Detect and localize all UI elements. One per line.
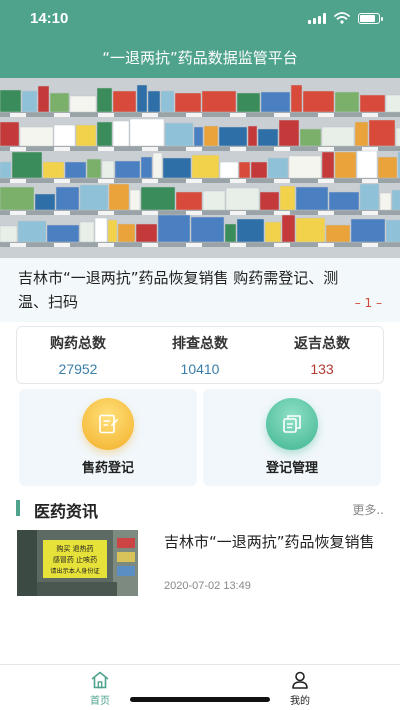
page-title: “一退两抗”药品数据监管平台	[0, 38, 400, 78]
battery-icon	[358, 12, 383, 24]
tile-label: 售药登记	[81, 461, 134, 476]
stats-card: 购药总数 27952 排查总数 10410 返吉总数 133	[16, 326, 384, 384]
section-title: 医药资讯	[34, 502, 99, 521]
stat-value: 27952	[58, 361, 98, 377]
article-thumbnail: 购买 退热药 感冒药 止咳药 请出示本人身份证	[17, 530, 138, 596]
bottom-tab-bar: 首页 我的	[0, 664, 400, 710]
section-accent-bar	[16, 500, 20, 516]
sale-registration-button[interactable]: 售药登记	[19, 389, 197, 486]
stat-purchase-total: 购药总数 27952	[17, 327, 139, 383]
stat-value: 10410	[180, 361, 220, 377]
news-carousel[interactable]: 吉林市“一退两抗”药品恢复销售 购药需登记、测温、扫码 – 1 –	[0, 258, 400, 322]
tab-me[interactable]: 我的	[270, 671, 330, 707]
wifi-icon	[334, 12, 350, 24]
tab-home-label: 首页	[90, 696, 110, 707]
stat-label: 返吉总数	[294, 336, 350, 352]
tab-home[interactable]: 首页	[70, 671, 130, 707]
user-icon	[270, 671, 330, 689]
stat-value: 133	[310, 361, 334, 377]
news-section-header: 医药资讯 更多..	[16, 498, 384, 521]
sign-line-2: 感冒药 止咳药	[53, 555, 97, 564]
carousel-page-indicator: – 1 –	[354, 296, 382, 310]
more-link[interactable]: 更多..	[352, 501, 384, 518]
home-indicator	[130, 697, 270, 702]
stat-label: 购药总数	[50, 336, 106, 352]
status-bar: 14:10	[0, 0, 400, 38]
copy-document-icon	[266, 398, 318, 450]
news-carousel-text[interactable]: 吉林市“一退两抗”药品恢复销售 购药需登记、测温、扫码	[18, 266, 358, 314]
article-date: 2020-07-02 13:49	[164, 580, 251, 592]
banner-image[interactable]	[0, 78, 400, 258]
status-icons	[308, 12, 383, 24]
status-time: 14:10	[30, 10, 69, 27]
stat-label: 排查总数	[172, 336, 228, 352]
sign-line-1: 购买 退热药	[56, 544, 93, 553]
registration-management-button[interactable]: 登记管理	[203, 389, 381, 486]
stat-return-total: 返吉总数 133	[261, 327, 383, 383]
article-title[interactable]: 吉林市“一退两抗”药品恢复销售	[164, 530, 379, 554]
home-icon	[70, 671, 130, 689]
tab-me-label: 我的	[290, 696, 310, 707]
sign-line-3: 请出示本人身份证	[50, 567, 100, 575]
edit-document-icon	[82, 398, 134, 450]
cellular-signal-icon	[308, 12, 326, 24]
news-list-item[interactable]: 购买 退热药 感冒药 止咳药 请出示本人身份证 吉林市“一退两抗”药品恢复销售 …	[17, 530, 383, 596]
stat-screening-total: 排查总数 10410	[139, 327, 261, 383]
tile-label: 登记管理	[265, 461, 318, 476]
